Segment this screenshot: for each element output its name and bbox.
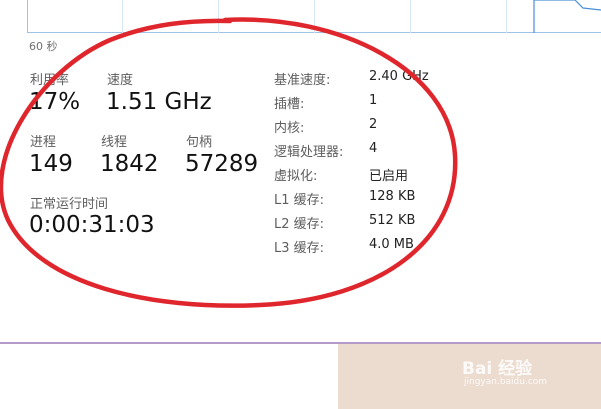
detail-label-l3-cache: L3 缓存:	[274, 241, 325, 256]
uptime-value: 0:00:31:03	[29, 212, 155, 238]
baidu-jingyan-watermark: Bai 经验 jingyan.baidu.com	[462, 350, 596, 400]
detail-value-base-speed: 2.40 GHz	[369, 69, 429, 84]
utilization-value: 17%	[29, 89, 81, 115]
processes-value: 149	[29, 151, 73, 177]
detail-value-sockets: 1	[369, 93, 378, 108]
graph-time-label: 60 秒	[29, 40, 58, 53]
speed-label: 速度	[107, 73, 134, 88]
detail-value-l1-cache: 128 KB	[369, 189, 416, 204]
detail-label-virtualization: 虚拟化:	[274, 169, 318, 184]
detail-label-sockets: 插槽:	[274, 97, 305, 112]
handles-value: 57289	[185, 151, 259, 177]
graph-usage-line	[533, 0, 601, 33]
cpu-usage-graph	[27, 0, 601, 33]
detail-value-logical-processors: 4	[369, 141, 378, 156]
threads-label: 线程	[101, 135, 128, 150]
utilization-label: 利用率	[30, 73, 70, 88]
detail-value-l2-cache: 512 KB	[369, 213, 416, 228]
handles-label: 句柄	[186, 135, 213, 150]
detail-label-l2-cache: L2 缓存:	[274, 217, 325, 232]
detail-value-virtualization: 已启用	[369, 169, 409, 184]
detail-label-logical-processors: 逻辑处理器:	[274, 145, 344, 160]
uptime-label: 正常运行时间	[30, 197, 109, 212]
detail-label-l1-cache: L1 缓存:	[274, 193, 325, 208]
detail-value-cores: 2	[369, 117, 378, 132]
detail-label-cores: 内核:	[274, 121, 305, 136]
watermark-url: jingyan.baidu.com	[464, 377, 548, 387]
speed-value: 1.51 GHz	[106, 89, 212, 115]
watermark-brand: Bai 经验	[462, 359, 533, 379]
detail-label-base-speed: 基准速度:	[274, 73, 331, 88]
threads-value: 1842	[100, 151, 159, 177]
processes-label: 进程	[30, 135, 57, 150]
detail-value-l3-cache: 4.0 MB	[369, 237, 414, 252]
